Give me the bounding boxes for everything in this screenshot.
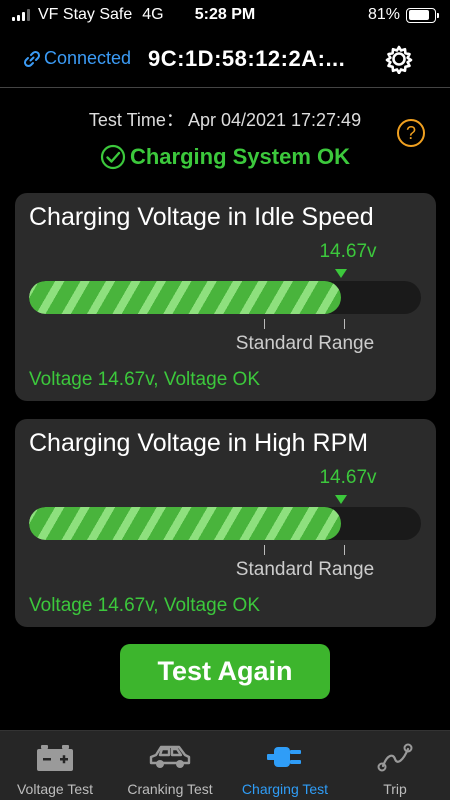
tab-charging-test[interactable]: Charging Test [230, 731, 340, 800]
check-circle-icon [100, 144, 126, 170]
signal-icon [12, 9, 30, 21]
carrier-name: VF Stay Safe [38, 6, 133, 23]
card-title: Charging Voltage in Idle Speed [29, 203, 374, 231]
gear-icon[interactable] [384, 44, 414, 74]
car-icon [149, 745, 191, 768]
standard-range-label: Standard Range [235, 333, 375, 354]
tab-cranking-test[interactable]: Cranking Test [110, 731, 230, 800]
marker-triangle-icon [335, 269, 347, 278]
test-time-value: Apr 04/2021 17:27:49 [187, 110, 362, 130]
tab-label: Charging Test [241, 781, 329, 797]
route-icon [377, 743, 413, 772]
battery-icon [406, 7, 439, 23]
voltage-bar [29, 281, 421, 314]
card-title: Charging Voltage in High RPM [29, 429, 369, 457]
network-type: 4G [142, 6, 164, 23]
tab-bar: Voltage Test Cranking Test Charging Test [0, 730, 450, 800]
range-tick-low [264, 545, 265, 555]
link-icon [23, 50, 41, 67]
test-time-label: Test Time： [88, 110, 184, 130]
tab-label: Voltage Test [16, 781, 94, 797]
battery-icon [37, 745, 73, 771]
device-id: 9C:1D:58:12:2A:... [148, 46, 346, 71]
high-rpm-card: Charging Voltage in High RPM 14.67v Stan… [15, 419, 436, 627]
range-tick-high [344, 319, 345, 329]
range-tick-high [344, 545, 345, 555]
range-tick-low [264, 319, 265, 329]
status-right: 81% [367, 6, 439, 24]
voltage-result: Voltage 14.67v, Voltage OK [29, 369, 260, 390]
test-time: Test Time： Apr 04/2021 17:27:49 [0, 106, 450, 132]
voltage-bar-fill [29, 281, 341, 314]
marker-triangle-icon [335, 495, 347, 504]
battery-percent: 81% [367, 6, 400, 23]
connection-status[interactable]: Connected [22, 48, 131, 69]
tab-voltage-test[interactable]: Voltage Test [0, 731, 110, 800]
tab-label: Trip [383, 781, 407, 797]
test-again-button[interactable]: Test Again [120, 644, 330, 699]
voltage-bar [29, 507, 421, 540]
connected-label: Connected [44, 48, 132, 68]
voltage-bar-fill [29, 507, 341, 540]
plug-icon [267, 747, 301, 767]
status-left: VF Stay Safe 4G [12, 6, 164, 24]
voltage-reading: 14.67v [319, 241, 377, 262]
system-status: Charging System OK [0, 144, 450, 170]
standard-range-label: Standard Range [235, 559, 375, 580]
header: Connected 9C:1D:58:12:2A:... [0, 36, 450, 88]
idle-speed-card: Charging Voltage in Idle Speed 14.67v St… [15, 193, 436, 401]
voltage-result: Voltage 14.67v, Voltage OK [29, 595, 260, 616]
system-status-text: Charging System OK [129, 144, 351, 169]
tab-label: Cranking Test [127, 781, 213, 797]
voltage-reading: 14.67v [319, 467, 377, 488]
tab-trip[interactable]: Trip [340, 731, 450, 800]
svg-text:?: ? [406, 123, 416, 143]
status-bar: VF Stay Safe 4G 5:28 PM 81% [0, 0, 450, 30]
